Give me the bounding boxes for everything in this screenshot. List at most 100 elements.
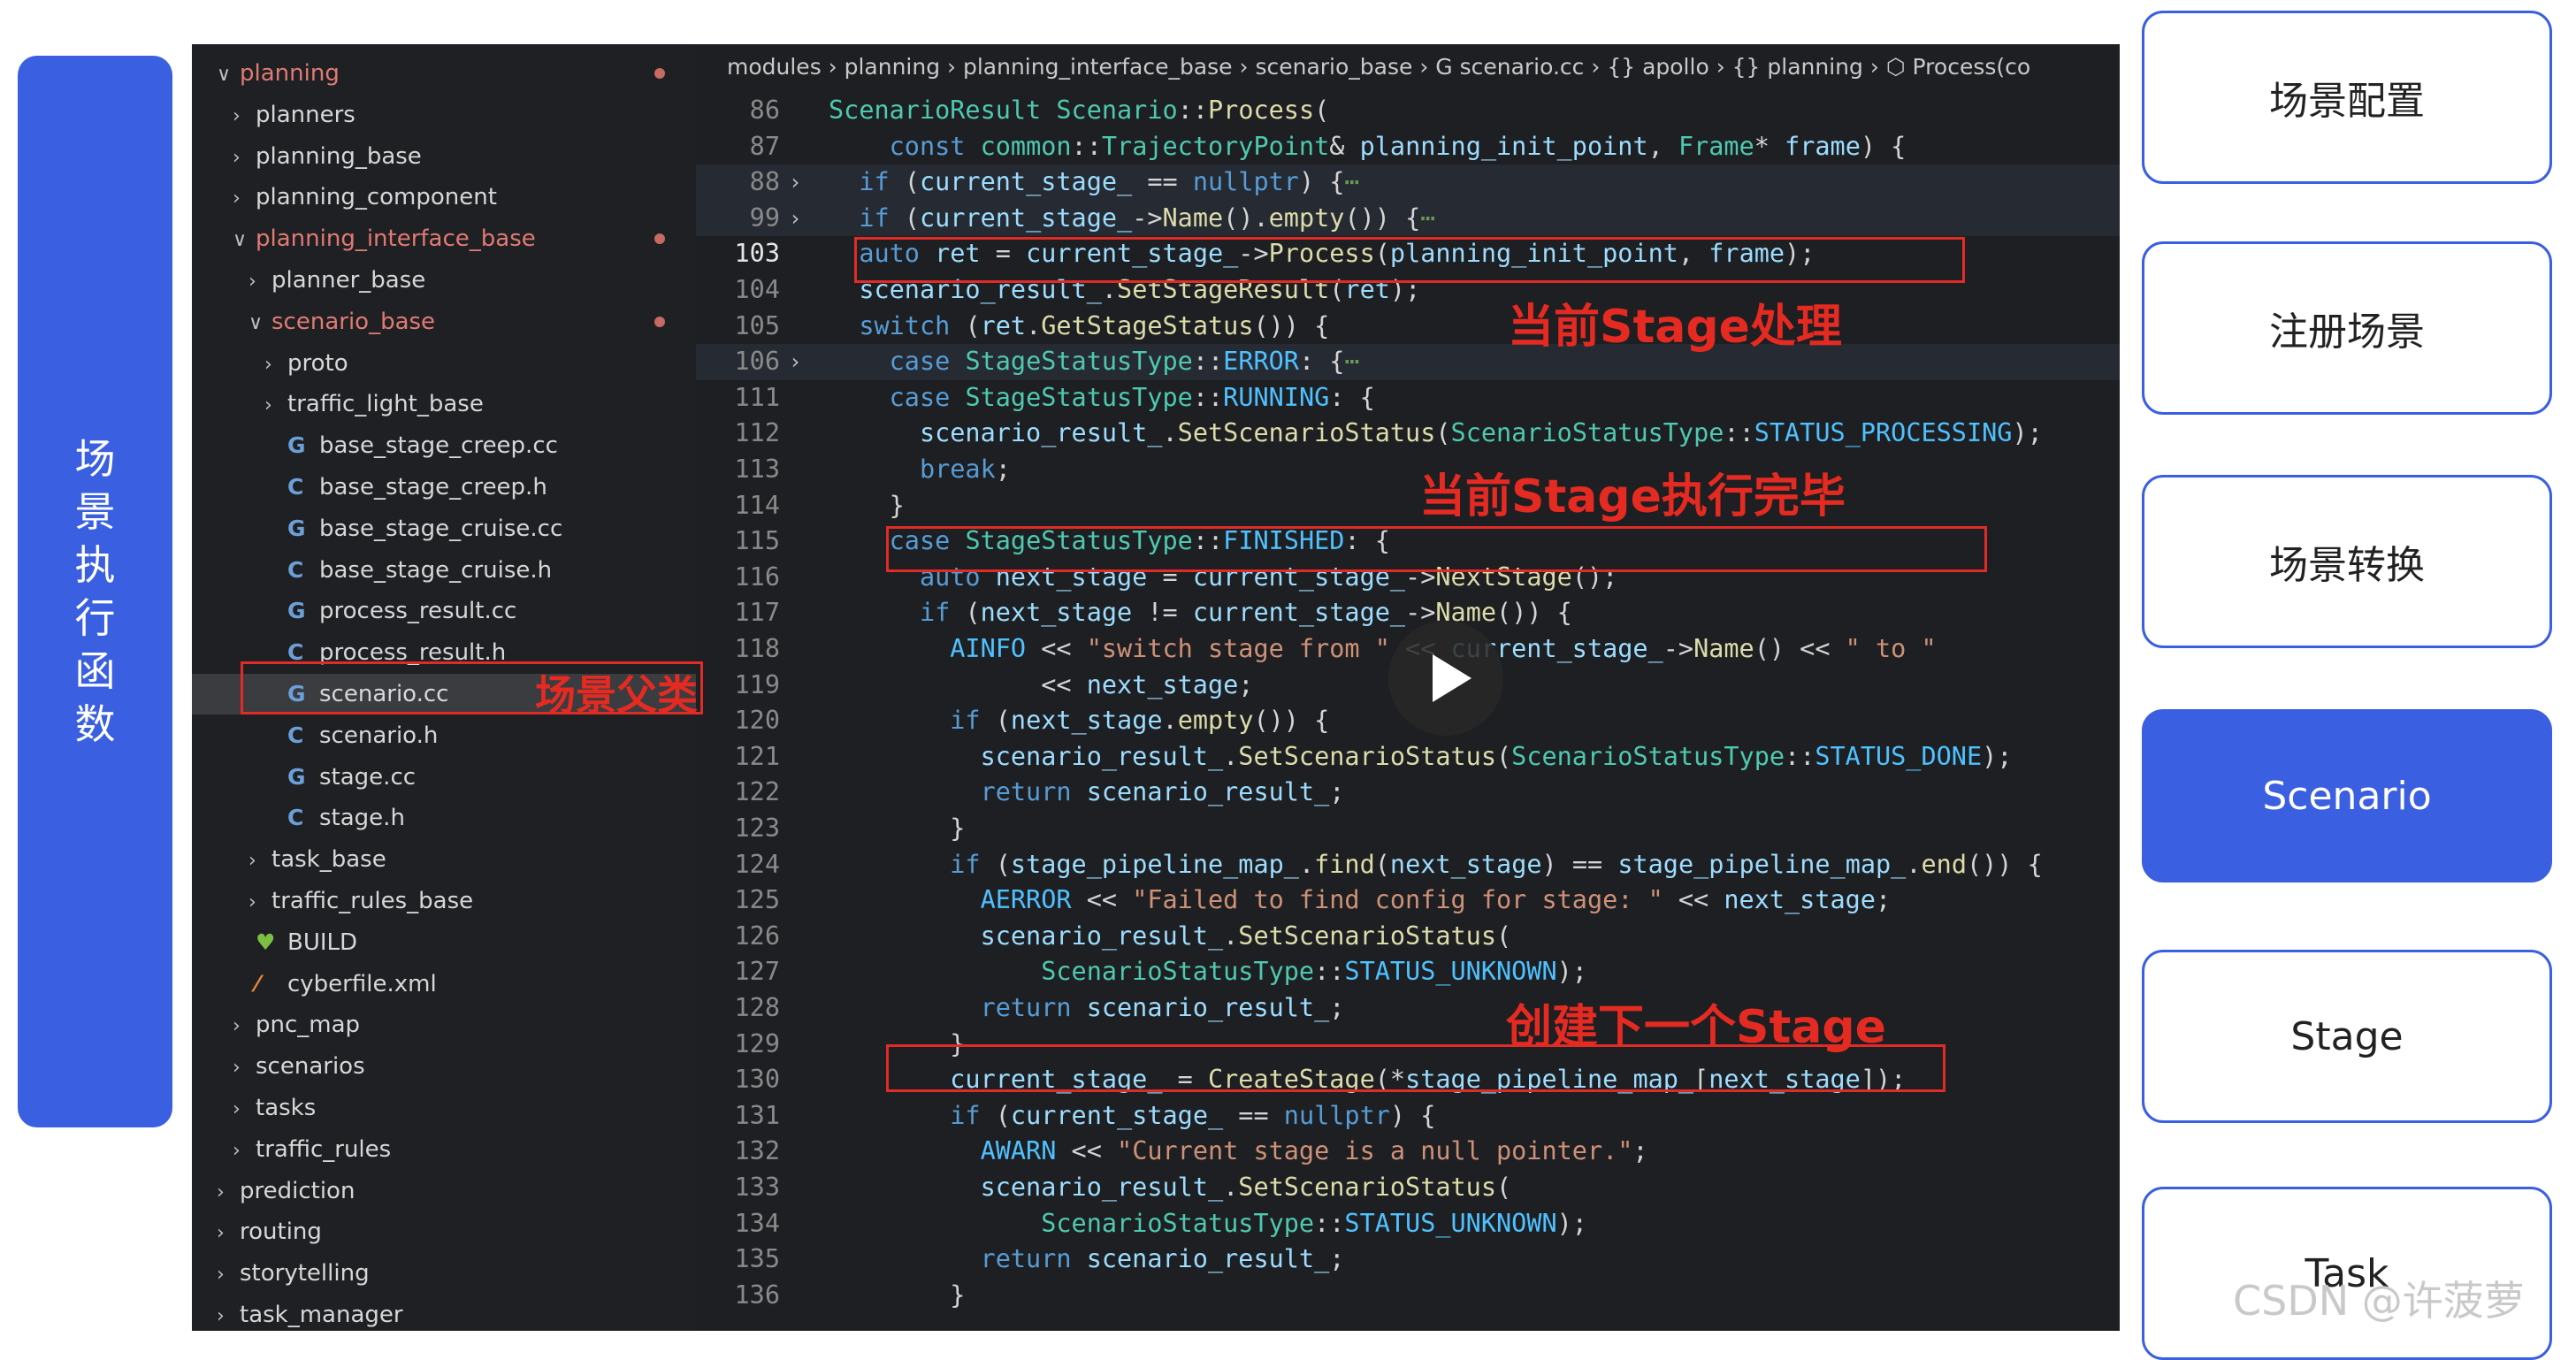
explorer-item[interactable]: › traffic_rules <box>192 1129 696 1170</box>
explorer-item[interactable]: ∨ planning_interface_base <box>192 218 696 259</box>
explorer-item[interactable]: Cbase_stage_creep.h <box>192 467 696 508</box>
explorer-item-label: stage.cc <box>319 763 417 791</box>
code-token: :: <box>1314 957 1345 987</box>
explorer-item[interactable]: › task_manager <box>192 1295 696 1331</box>
code-line[interactable]: 88 › if (current_stage_ == nullptr) {⋯ <box>696 164 2120 201</box>
nav-card-5[interactable]: Stage <box>2142 950 2552 1123</box>
code-line[interactable]: 136 } <box>696 1278 2120 1314</box>
code-line[interactable]: 128 return scenario_result_; <box>696 990 2120 1027</box>
left-section-label-text: 场景执行函数 <box>74 435 116 748</box>
explorer-item[interactable]: › scenarios <box>192 1046 696 1087</box>
cpp-file-icon: G <box>287 763 306 790</box>
chevron-right-icon: › <box>233 1098 241 1120</box>
code-line[interactable]: 117 if (next_stage != current_stage_->Na… <box>696 595 2120 631</box>
code-line[interactable]: 99 › if (current_stage_->Name().empty()) … <box>696 200 2120 237</box>
explorer-item-label: stage.h <box>319 805 405 832</box>
code-line[interactable]: 134 ScenarioStatusType::STATUS_UNKNOWN); <box>696 1206 2120 1242</box>
code-line[interactable]: 87 const common::TrajectoryPoint& planni… <box>696 129 2120 165</box>
code-token: ( <box>995 849 1011 879</box>
fold-chevron-icon[interactable]: › <box>789 164 815 201</box>
code-line[interactable]: 123 } <box>696 811 2120 847</box>
code-line[interactable]: 122 return scenario_result_; <box>696 775 2120 811</box>
code-line[interactable]: 135 return scenario_result_; <box>696 1242 2120 1278</box>
chevron-right-icon: › <box>233 1139 241 1162</box>
fold-chevron-icon[interactable]: › <box>789 344 815 380</box>
header-file-icon: C <box>287 474 304 500</box>
nav-card-4[interactable]: Scenario <box>2142 709 2552 882</box>
code-line[interactable]: 105 switch (ret.GetStageStatus()) { <box>696 309 2120 345</box>
code-token: ( <box>1496 921 1512 951</box>
code-line[interactable]: 126 scenario_result_.SetScenarioStatus( <box>696 919 2120 955</box>
code-line[interactable]: 124 if (stage_pipeline_map_.find(next_st… <box>696 847 2120 883</box>
explorer-item[interactable]: Gprocess_result.cc <box>192 591 696 631</box>
code-token: if <box>829 1100 996 1130</box>
explorer-item[interactable]: › task_base <box>192 839 696 880</box>
explorer-item[interactable]: › proto <box>192 343 696 384</box>
explorer-item[interactable]: Cbase_stage_cruise.h <box>192 550 696 591</box>
fold-chevron-icon[interactable]: › <box>789 201 815 237</box>
code-token: ); <box>1556 957 1587 987</box>
code-line[interactable]: 111 case StageStatusType::RUNNING: { <box>696 380 2120 416</box>
explorer-item[interactable]: › storytelling <box>192 1253 696 1294</box>
code-token: end <box>1921 849 1967 879</box>
nav-card-2[interactable]: 注册场景 <box>2142 241 2552 415</box>
code-text: if (current_stage_ == nullptr) {⋯ <box>829 164 1359 201</box>
code-token: next_stage <box>1389 849 1542 879</box>
annotation-scenario-parent: 场景父类 <box>535 671 698 719</box>
nav-card-3[interactable]: 场景转换 <box>2142 475 2552 648</box>
explorer-item[interactable]: ♥ BUILD <box>192 922 696 963</box>
code-text: return scenario_result_; <box>829 1242 1345 1278</box>
code-token: SetScenarioStatus <box>1238 1173 1496 1202</box>
explorer-item[interactable]: › pnc_map <box>192 1005 696 1045</box>
code-line[interactable]: 113 break; <box>696 452 2120 488</box>
explorer-item-label: planning_component <box>256 184 497 211</box>
explorer-item[interactable]: Gbase_stage_creep.cc <box>192 425 696 466</box>
explorer-item-label: scenarios <box>256 1053 365 1081</box>
explorer-item[interactable]: ∨ planning <box>192 53 696 94</box>
explorer-item[interactable]: › planning_base <box>192 136 696 177</box>
explorer-item[interactable]: › routing <box>192 1211 696 1252</box>
chevron-right-icon: › <box>233 1057 241 1080</box>
explorer-item[interactable]: Gbase_stage_cruise.cc <box>192 508 696 549</box>
code-line[interactable]: 106 › case StageStatusType::ERROR: {⋯ <box>696 344 2120 380</box>
explorer-item[interactable]: › traffic_rules_base <box>192 881 696 921</box>
explorer-item[interactable]: Gstage.cc <box>192 757 696 798</box>
explorer-item[interactable]: › planner_base <box>192 260 696 301</box>
nav-card-label: 场景转换 <box>2269 543 2425 588</box>
code-text: case StageStatusType::RUNNING: { <box>829 380 1375 416</box>
line-number: 126 <box>734 921 780 951</box>
code-line[interactable]: 133 scenario_result_.SetScenarioStatus( <box>696 1170 2120 1206</box>
code-token: } <box>829 814 966 843</box>
code-token: current_stage_ <box>1010 1100 1224 1130</box>
code-line[interactable]: 132 AWARN << "Current stage is a null po… <box>696 1134 2120 1170</box>
explorer-item[interactable]: › traffic_light_base <box>192 384 696 424</box>
code-line[interactable]: 86 ScenarioResult Scenario::Process( <box>696 93 2120 129</box>
code-line[interactable]: 127 ScenarioStatusType::STATUS_UNKNOWN); <box>696 954 2120 990</box>
code-token: ) { <box>1860 131 1907 161</box>
code-token: RUNNING <box>1223 382 1330 412</box>
nav-card-1[interactable]: 场景配置 <box>2142 11 2552 184</box>
code-text: if (stage_pipeline_map_.find(next_stage)… <box>829 847 2043 883</box>
breadcrumb[interactable]: modules › planning › planning_interface_… <box>696 44 2120 90</box>
explorer-item-label: traffic_rules_base <box>271 888 474 914</box>
code-line[interactable]: 131 if (current_stage_ == nullptr) { <box>696 1098 2120 1135</box>
code-token: case <box>829 347 966 377</box>
play-icon[interactable] <box>1388 621 1503 736</box>
code-token: break <box>829 455 996 484</box>
code-token: scenario_result_ <box>829 1173 1224 1202</box>
explorer-item[interactable]: ⁄ cyberfile.xml <box>192 964 696 1005</box>
code-token: . <box>1223 741 1239 771</box>
code-token: . <box>1298 849 1315 879</box>
explorer-item[interactable]: › prediction <box>192 1171 696 1211</box>
code-token: const <box>829 131 981 161</box>
code-line[interactable]: 112 scenario_result_.SetScenarioStatus(S… <box>696 416 2120 452</box>
explorer-item[interactable]: ∨ scenario_base <box>192 302 696 342</box>
code-line[interactable]: 114 } <box>696 488 2120 524</box>
explorer-item[interactable]: › planning_component <box>192 177 696 218</box>
explorer-item[interactable]: › planners <box>192 95 696 135</box>
code-line[interactable]: 121 scenario_result_.SetScenarioStatus(S… <box>696 739 2120 776</box>
explorer-item[interactable]: Cstage.h <box>192 798 696 838</box>
explorer-item[interactable]: › tasks <box>192 1088 696 1128</box>
chevron-right-icon: › <box>248 850 256 873</box>
code-line[interactable]: 125 AERROR << "Failed to find config for… <box>696 882 2120 919</box>
